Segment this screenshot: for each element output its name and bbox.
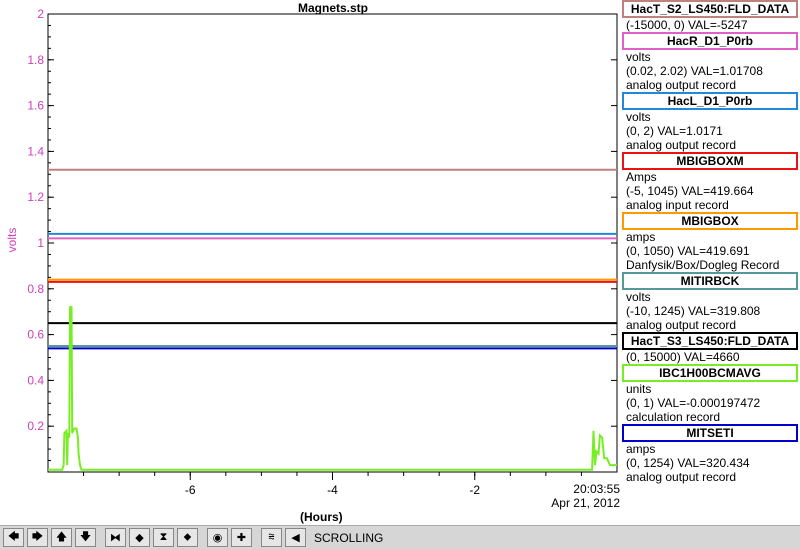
series-line: [48, 306, 617, 471]
zoom-out-y-button[interactable]: ⬥: [177, 528, 198, 547]
status-label: SCROLLING: [314, 530, 384, 545]
autoscale-button[interactable]: ◉: [207, 528, 228, 547]
y-tick-label: 0.2: [27, 419, 44, 433]
legend-entry[interactable]: MBIGBOXM Amps (-5, 1045) VAL=419.664 analog…: [622, 152, 800, 212]
time-label: 20:03:55 Apr 21, 2012: [551, 482, 620, 510]
legend-entry-detail: (0, 1050) VAL=419.691: [626, 244, 750, 258]
time-label-time: 20:03:55: [573, 482, 620, 496]
legend-entry-detail: amps: [626, 442, 656, 456]
crosshair-button[interactable]: ✚: [231, 528, 252, 547]
legend-entry[interactable]: MITSETI amps (0, 1254) VAL=320.434 analog o…: [622, 424, 800, 484]
legend-entry-detail: (-10, 1245) VAL=319.808: [626, 304, 761, 318]
legend-entry-detail: volts: [626, 290, 651, 304]
toolbar: 🡄 🡆 🡅 🡇 ⧓ ◆ ⧗ ⬥ ◉ ✚ ⩬ ◀ SCROLLING: [0, 525, 800, 549]
legend-entry-name: MBIGBOXM: [622, 152, 798, 170]
y-tick-label: 1.6: [27, 99, 44, 113]
zoom-in-y-button[interactable]: ⧗: [153, 528, 174, 547]
y-tick-label: 1.2: [27, 190, 44, 204]
legend-entry-detail: (0, 15000) VAL=4660: [626, 350, 740, 364]
legend-entry-detail: (0, 1) VAL=-0.000197472: [626, 396, 761, 410]
pause-button[interactable]: ◀: [285, 528, 306, 547]
legend-entry-detail: analog output record: [626, 78, 737, 92]
legend-entry-detail: volts: [626, 50, 651, 64]
legend-entry-detail: amps: [626, 230, 656, 244]
plot-frame: [47, 13, 618, 473]
zoom-out-x-button[interactable]: ◆: [129, 528, 150, 547]
legend-entry-detail: Danfysik/Box/Dogleg Record: [626, 258, 780, 272]
legend-entry[interactable]: IBC1H00BCMAVG units (0, 1) VAL=-0.00019747…: [622, 364, 800, 424]
legend-entry-detail: (0, 1254) VAL=320.434: [626, 456, 750, 470]
legend-entry[interactable]: HacT_S2_LS450:FLD_DATA (-15000, 0) VAL=-5…: [622, 0, 800, 32]
y-tick-label: 1: [37, 236, 44, 250]
legend-entry-name: HacT_S2_LS450:FLD_DATA: [622, 0, 798, 18]
y-tick-label: 0.6: [27, 328, 44, 342]
scroll-up-button[interactable]: 🡅: [51, 528, 72, 547]
y-tick-label: 2: [37, 7, 44, 21]
legend-entry-detail: (-15000, 0) VAL=-5247: [626, 18, 748, 32]
legend-entry-detail: analog output record: [626, 470, 737, 484]
legend-entry[interactable]: MBIGBOX amps (0, 1050) VAL=419.691 Danfysik…: [622, 212, 800, 272]
legend-entry-name: HacR_D1_P0rb: [622, 32, 798, 50]
legend-entry-name: MITSETI: [622, 424, 798, 442]
legend-entry-name: MBIGBOX: [622, 212, 798, 230]
scroll-left-button[interactable]: 🡄: [3, 528, 24, 547]
y-tick-label: 1.8: [27, 53, 44, 67]
legend-entry-name: IBC1H00BCMAVG: [622, 364, 798, 382]
x-tick-label: -4: [327, 483, 338, 497]
legend-entry[interactable]: MITIRBCK volts (-10, 1245) VAL=319.808 anal…: [622, 272, 800, 332]
legend-entry-detail: (0, 2) VAL=1.0171: [626, 124, 723, 138]
y-tick-label: 0.4: [27, 373, 44, 387]
legend-entry[interactable]: HacT_S3_LS450:FLD_DATA (0, 15000) VAL=466…: [622, 332, 800, 364]
legend-entry[interactable]: HacL_D1_P0rb volts (0, 2) VAL=1.0171 analog…: [622, 92, 800, 152]
y-tick-label: 1.4: [27, 144, 44, 158]
legend-entry-detail: analog input record: [626, 198, 729, 212]
scroll-down-button[interactable]: 🡇: [75, 528, 96, 547]
legend-entry-name: MITIRBCK: [622, 272, 798, 290]
legend-entry-detail: volts: [626, 110, 651, 124]
legend-entry-detail: analog output record: [626, 318, 737, 332]
x-tick-label: -2: [469, 483, 480, 497]
legend-entry-detail: analog output record: [626, 138, 737, 152]
legend-entry-name: HacL_D1_P0rb: [622, 92, 798, 110]
legend-entry-name: HacT_S3_LS450:FLD_DATA: [622, 332, 798, 350]
legend-entry-detail: (0.02, 2.02) VAL=1.01708: [626, 64, 763, 78]
time-label-date: Apr 21, 2012: [551, 496, 620, 510]
legend-entry-detail: units: [626, 382, 652, 396]
legend-entry-detail: calculation record: [626, 410, 721, 424]
legend: HacT_S2_LS450:FLD_DATA (-15000, 0) VAL=-5…: [622, 0, 800, 484]
stagger-button[interactable]: ⩬: [261, 528, 282, 547]
x-axis-label: (Hours): [300, 510, 343, 524]
y-axis-label: volts: [5, 227, 19, 253]
legend-entry-detail: Amps: [626, 170, 657, 184]
legend-entry[interactable]: HacR_D1_P0rb volts (0.02, 2.02) VAL=1.0170…: [622, 32, 800, 92]
x-tick-label: -6: [185, 483, 196, 497]
legend-entry-detail: (-5, 1045) VAL=419.664: [626, 184, 754, 198]
zoom-in-x-button[interactable]: ⧓: [105, 528, 126, 547]
scroll-right-button[interactable]: 🡆: [27, 528, 48, 547]
y-tick-label: 0.8: [27, 282, 44, 296]
